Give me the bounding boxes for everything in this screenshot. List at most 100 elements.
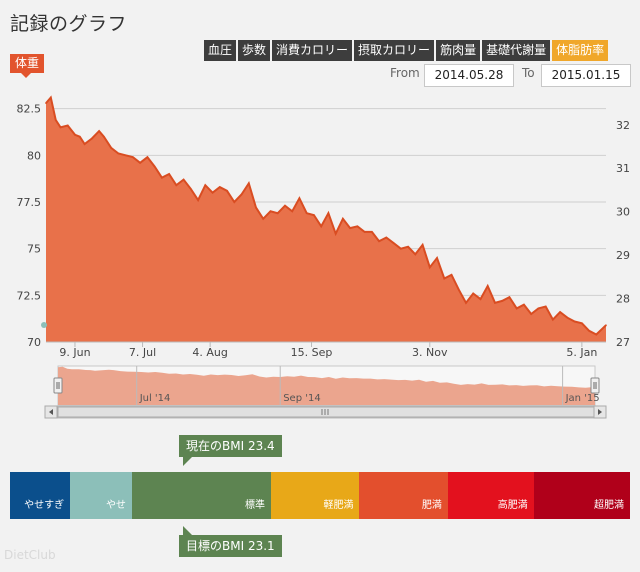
data-point xyxy=(371,231,373,233)
data-point xyxy=(211,191,214,194)
data-point xyxy=(342,218,344,220)
data-point xyxy=(91,137,93,140)
data-point xyxy=(486,285,489,287)
x-tick-label: 3. Nov xyxy=(412,346,448,359)
y-tick-label: 80 xyxy=(27,149,41,162)
data-point xyxy=(327,212,330,214)
y-tick-label: 75 xyxy=(27,243,41,256)
data-point xyxy=(132,156,134,158)
data-point xyxy=(50,96,52,99)
y-tick-label: 70 xyxy=(27,336,41,349)
bmi-segment-0: やせすぎ xyxy=(10,472,71,519)
data-point xyxy=(66,124,69,127)
data-point xyxy=(139,162,141,164)
scrollbar-thumb[interactable] xyxy=(57,406,596,418)
data-point xyxy=(117,152,120,155)
data-point xyxy=(581,322,583,325)
data-point xyxy=(349,227,351,229)
bmi-segment-label: 肥満 xyxy=(421,500,442,511)
data-point xyxy=(226,190,228,192)
data-point xyxy=(515,307,518,310)
data-point xyxy=(429,266,431,269)
data-point xyxy=(110,147,112,149)
bmi-segment-label: やせ xyxy=(105,500,126,511)
data-point xyxy=(161,176,163,179)
y-tick-label: 77.5 xyxy=(17,196,42,209)
data-point xyxy=(494,302,496,304)
weight-chart: 70 72.5 75 77.5 80 82.5 27 28 29 30 31 32 9. Jun 7. J… xyxy=(17,95,630,419)
data-point xyxy=(595,333,598,336)
y2-tick-label: 29 xyxy=(616,249,630,262)
data-point xyxy=(79,135,81,138)
data-point xyxy=(479,298,482,300)
data-point xyxy=(421,244,424,246)
bmi-segment-4: 肥満 xyxy=(359,472,448,519)
data-point xyxy=(233,201,236,203)
data-point xyxy=(501,300,504,302)
data-point xyxy=(530,313,532,315)
data-point xyxy=(320,225,323,228)
data-point xyxy=(458,288,460,291)
current-bmi-callout: 現在のBMI 23.4 xyxy=(179,435,282,466)
data-point xyxy=(407,246,409,248)
data-point xyxy=(59,126,62,129)
bmi-segment-label: 超肥満 xyxy=(593,500,624,511)
data-point xyxy=(98,130,100,132)
data-point xyxy=(385,236,388,239)
data-point xyxy=(262,218,265,220)
data-point xyxy=(605,324,607,327)
bmi-segment-label: 軽肥満 xyxy=(323,500,354,511)
data-point xyxy=(284,204,286,207)
data-point xyxy=(414,253,417,256)
bmi-scale-bar: やせすぎ やせ 標準 軽肥満 肥満 高肥満 超肥満 xyxy=(10,472,630,519)
data-point xyxy=(291,210,294,213)
navigator-tick-label: Jan '15 xyxy=(565,393,600,404)
data-point xyxy=(182,178,185,181)
data-point xyxy=(400,247,402,250)
data-point xyxy=(204,184,207,186)
bmi-segment-1: やせ xyxy=(70,472,132,519)
data-point xyxy=(356,225,359,228)
data-point xyxy=(74,134,76,136)
data-point xyxy=(566,316,569,319)
bmi-segment-2: 標準 xyxy=(131,472,272,519)
data-point xyxy=(276,212,279,214)
x-tick-label: 15. Sep xyxy=(291,346,333,359)
data-point xyxy=(559,311,561,313)
bmi-segment-label: 標準 xyxy=(245,500,266,511)
y-tick-label: 82.5 xyxy=(17,103,42,116)
data-point xyxy=(537,307,540,310)
bmi-segment-label: 高肥満 xyxy=(497,500,528,511)
data-point xyxy=(146,156,149,158)
navigator-tick-label: Jul '14 xyxy=(139,393,171,404)
bmi-segment-6: 超肥満 xyxy=(533,472,630,519)
data-point xyxy=(197,199,199,201)
data-point xyxy=(45,102,47,104)
x-tick-label: 7. Jul xyxy=(129,346,156,359)
data-point xyxy=(552,318,554,321)
data-point xyxy=(313,214,315,216)
data-point xyxy=(219,186,221,188)
data-point xyxy=(465,302,467,304)
x-tick-label: 5. Jan xyxy=(566,346,597,359)
data-point xyxy=(153,165,156,168)
target-bmi-callout: 目標のBMI 23.1 xyxy=(179,526,282,557)
data-point xyxy=(168,173,170,175)
navigator-handle-right[interactable] xyxy=(590,377,600,394)
data-point xyxy=(334,232,337,235)
y2-tick-label: 28 xyxy=(616,293,630,306)
x-tick-label: 4. Aug xyxy=(192,346,227,359)
data-point xyxy=(124,154,127,157)
data-point xyxy=(54,119,57,121)
bmi-segment-3: 軽肥満 xyxy=(271,472,360,519)
data-point xyxy=(443,277,446,280)
data-point xyxy=(240,193,243,196)
data-point xyxy=(573,320,576,323)
navigator-handle-left[interactable] xyxy=(53,377,63,394)
data-point xyxy=(190,188,192,190)
data-point xyxy=(472,292,475,295)
navigator-tick-label: Sep '14 xyxy=(283,393,321,404)
y2-tick-label: 30 xyxy=(616,206,630,219)
x-tick-label: 9. Jun xyxy=(59,346,90,359)
data-point xyxy=(248,182,250,185)
